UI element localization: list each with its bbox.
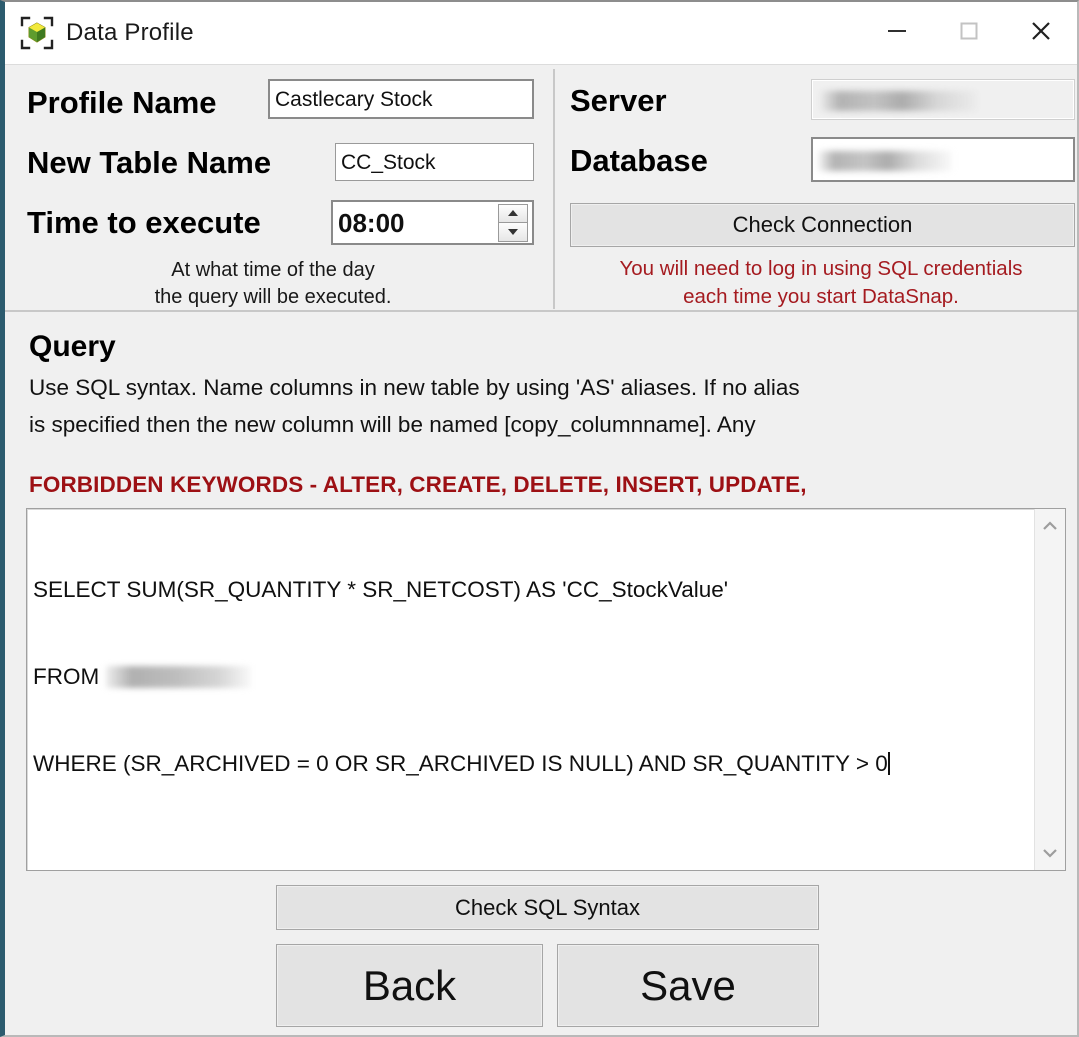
query-heading: Query [29,330,116,363]
new-table-name-label: New Table Name [27,145,272,180]
query-description-line-1: Use SQL syntax. Name columns in new tabl… [29,375,800,400]
time-helper-line-2: the query will be executed. [154,286,392,308]
maximize-button[interactable] [933,2,1005,60]
server-value-redacted [821,90,977,111]
sql-query-text: SELECT SUM(SR_QUANTITY * SR_NETCOST) AS … [33,517,1029,836]
panel-divider [553,69,555,309]
profile-name-label: Profile Name [27,85,217,120]
sql-line-2: FROM [33,662,1029,691]
close-button[interactable] [1005,2,1077,60]
app-cube-brackets-icon [20,16,54,50]
time-helper-text: At what time of the day the query will b… [5,257,541,311]
warning-line-1: You will need to log in using SQL creden… [619,257,1023,280]
forbidden-keywords-text: FORBIDDEN KEYWORDS - ALTER, CREATE, DELE… [29,472,807,497]
check-sql-syntax-button[interactable]: Check SQL Syntax [276,885,819,930]
database-label: Database [570,143,708,178]
time-stepper-up-button[interactable] [498,203,528,223]
title-bar: Data Profile [5,2,1077,64]
sql-table-name-redacted [105,666,251,688]
time-stepper[interactable] [498,203,528,242]
scroll-up-arrow-icon[interactable] [1035,511,1065,541]
time-to-execute-input[interactable]: 08:00 [331,200,534,245]
sql-line-2-prefix: FROM [33,664,106,689]
window-controls [861,2,1077,64]
back-button[interactable]: Back [276,944,543,1027]
sql-vertical-scrollbar[interactable] [1034,509,1065,870]
sql-line-3-text: WHERE (SR_ARCHIVED = 0 OR SR_ARCHIVED IS… [33,751,888,776]
save-label: Save [640,961,736,1009]
minimize-button[interactable] [861,2,933,60]
server-label: Server [570,83,667,118]
data-profile-window: Data Profile Profile Name Castlecary Sto… [0,0,1079,1037]
new-table-name-value: CC_Stock [341,151,436,174]
time-helper-line-1: At what time of the day [171,259,375,281]
sql-credentials-warning: You will need to log in using SQL creden… [565,255,1077,310]
save-button[interactable]: Save [557,944,819,1027]
sql-query-textarea[interactable]: SELECT SUM(SR_QUANTITY * SR_NETCOST) AS … [26,508,1066,871]
profile-name-input[interactable]: Castlecary Stock [268,79,534,119]
server-input[interactable] [811,79,1075,120]
scroll-down-arrow-icon[interactable] [1035,838,1065,868]
window-title: Data Profile [66,19,194,46]
time-to-execute-value: 08:00 [338,208,405,238]
time-stepper-down-button[interactable] [498,223,528,242]
check-connection-label: Check Connection [732,212,913,237]
sql-line-3: WHERE (SR_ARCHIVED = 0 OR SR_ARCHIVED IS… [33,749,1029,778]
back-label: Back [362,961,457,1009]
top-settings-panel: Profile Name Castlecary Stock New Table … [5,64,1077,312]
warning-line-2: each time you start DataSnap. [683,284,959,308]
text-caret [887,752,890,775]
new-table-name-input[interactable]: CC_Stock [335,143,534,181]
query-description-line-2: is specified then the new column will be… [29,412,756,437]
check-sql-syntax-label: Check SQL Syntax [454,894,641,920]
time-to-execute-label: Time to execute [27,205,261,240]
sql-line-1: SELECT SUM(SR_QUANTITY * SR_NETCOST) AS … [33,577,729,602]
database-value-redacted [818,150,952,171]
profile-name-value: Castlecary Stock [275,88,433,111]
database-input[interactable] [811,137,1075,182]
check-connection-button[interactable]: Check Connection [570,203,1075,247]
